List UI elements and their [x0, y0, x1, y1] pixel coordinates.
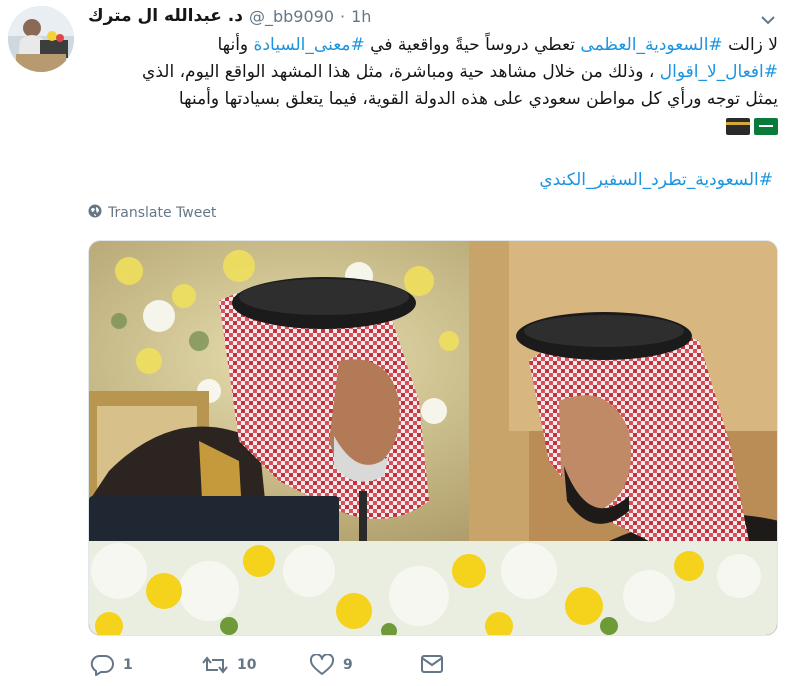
tweet-actions: 1 10 9	[90, 654, 450, 684]
text-segment: يمثل توجه ورأي كل مواطن سعودي على هذه ال…	[178, 89, 778, 109]
direct-message-button[interactable]	[420, 654, 444, 674]
separator-dot: ·	[340, 6, 346, 26]
chevron-down-icon[interactable]	[761, 10, 775, 25]
photo-image	[89, 241, 777, 635]
hashtag-link[interactable]: #افعال_لا_اقوال	[660, 62, 778, 82]
like-button[interactable]: 9	[310, 654, 353, 676]
heart-icon	[310, 654, 334, 676]
like-count: 9	[343, 657, 353, 673]
translate-tweet-link[interactable]: Translate Tweet	[88, 204, 216, 222]
reply-icon	[90, 654, 114, 676]
text-segment: ، وذلك من خلال مشاهد حية ومباشرة، مثل هذ…	[142, 62, 660, 82]
globe-icon	[88, 204, 102, 222]
tweet-text-line-1: لا زالت #السعودية_العظمى تعطي دروساً حية…	[88, 32, 778, 59]
tweet-text: لا زالت #السعودية_العظمى تعطي دروساً حية…	[88, 32, 778, 140]
hashtag-link[interactable]: #السعودية_تطرد_السفير_الكندي	[539, 170, 773, 190]
reply-button[interactable]: 1	[90, 654, 133, 676]
hashtag-link[interactable]: #السعودية_العظمى	[580, 35, 722, 55]
text-segment: لا زالت	[722, 35, 778, 55]
display-name[interactable]: د. عبدالله ال مترك	[88, 6, 243, 26]
saudi-flag-icon	[754, 117, 778, 135]
translate-label: Translate Tweet	[108, 205, 217, 221]
reply-count: 1	[123, 657, 133, 673]
avatar[interactable]	[8, 6, 74, 72]
retweet-count: 10	[237, 657, 257, 673]
text-segment: تعطي دروساً حيةً وواقعية في	[364, 35, 581, 55]
hashtag-link[interactable]: #معنى_السيادة	[254, 35, 365, 55]
retweet-icon	[202, 654, 228, 676]
tweet-text-line-2: #افعال_لا_اقوال ، وذلك من خلال مشاهد حية…	[88, 59, 778, 86]
tweet-text-line-3: يمثل توجه ورأي كل مواطن سعودي على هذه ال…	[88, 86, 778, 113]
retweet-button[interactable]: 10	[202, 654, 256, 676]
envelope-icon	[420, 654, 444, 674]
user-handle[interactable]: @_bb9090	[249, 7, 334, 26]
avatar-image	[8, 6, 74, 72]
kaaba-icon	[726, 117, 750, 135]
tweet-timestamp[interactable]: 1h	[351, 7, 371, 26]
text-segment: وأنها	[217, 35, 254, 55]
tweet-text-line-4	[88, 113, 778, 140]
tweet-photo[interactable]	[88, 240, 778, 636]
tweet-header: د. عبدالله ال مترك @_bb9090 · 1h	[88, 4, 371, 28]
